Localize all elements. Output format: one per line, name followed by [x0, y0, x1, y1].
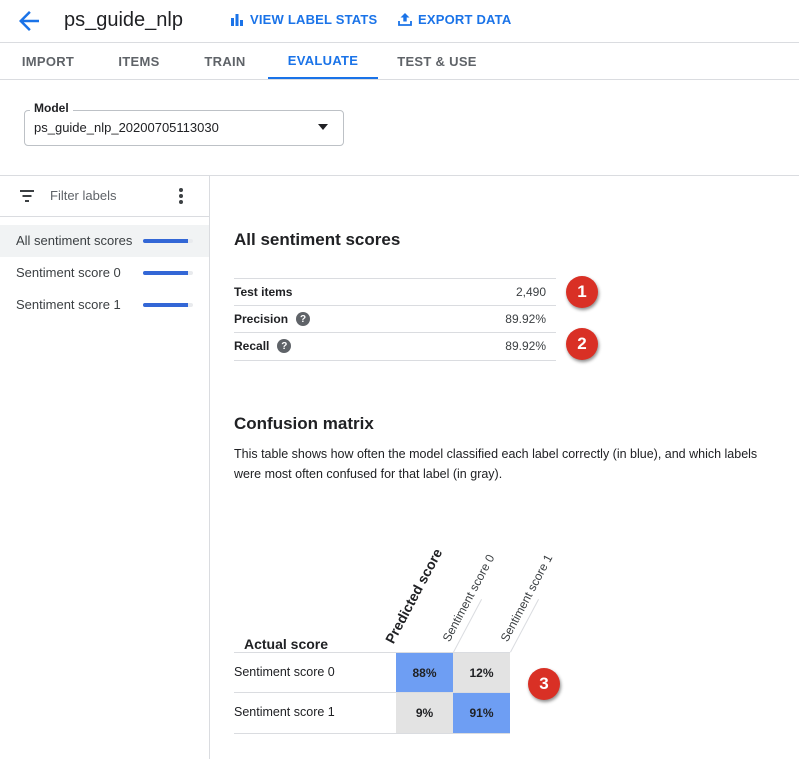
view-label-stats-label: VIEW LABEL STATS: [250, 11, 378, 27]
label-score-bar: [143, 239, 193, 243]
tab-train[interactable]: TRAIN: [182, 43, 268, 79]
matrix-row-label: Sentiment score 0: [234, 665, 335, 679]
back-arrow-icon[interactable]: [14, 6, 44, 36]
callout-badge-1: 1: [566, 276, 598, 308]
more-vert-icon[interactable]: [174, 186, 188, 206]
metric-value: 2,490: [515, 285, 546, 299]
app-header: ps_guide_nlp VIEW LABEL STATS EXPORT DAT…: [0, 0, 799, 43]
callout-badge-2: 2: [566, 328, 598, 360]
model-select-value: ps_guide_nlp_20200705113030: [34, 120, 219, 135]
label-item-text: Sentiment score 0: [16, 265, 121, 280]
predicted-score-header: Predicted score: [381, 545, 446, 646]
view-label-stats-button[interactable]: VIEW LABEL STATS: [230, 10, 377, 28]
divider: [209, 176, 210, 759]
matrix-row-label: Sentiment score 1: [234, 705, 335, 719]
confusion-matrix-description: This table shows how often the model cla…: [234, 447, 758, 481]
matrix-cell: 9%: [396, 693, 453, 733]
column-header: Sentiment score 1: [497, 552, 556, 644]
metric-value: 89.92%: [505, 312, 546, 326]
dropdown-arrow-icon[interactable]: [318, 124, 328, 130]
metric-name: Recall: [234, 339, 270, 353]
matrix-row: Sentiment score 0 88% 12%: [234, 652, 510, 693]
label-item-all-sentiment-scores[interactable]: All sentiment scores: [0, 225, 209, 257]
matrix-cell: 91%: [453, 693, 510, 733]
export-data-label: EXPORT DATA: [418, 11, 512, 27]
callout-badge-3: 3: [528, 668, 560, 700]
filter-labels-input[interactable]: Filter labels: [50, 188, 116, 203]
help-icon[interactable]: ?: [277, 339, 292, 353]
label-item-text: Sentiment score 1: [16, 297, 121, 312]
tab-bar: IMPORT ITEMS TRAIN EVALUATE TEST & USE: [0, 43, 799, 80]
metric-row-recall: Recall ? 89.92%: [234, 332, 556, 361]
export-data-button[interactable]: EXPORT DATA: [398, 10, 511, 28]
label-score-bar-fill: [143, 271, 188, 275]
label-item-sentiment-score-0[interactable]: Sentiment score 0: [0, 257, 209, 289]
help-icon[interactable]: ?: [296, 312, 311, 326]
bar-chart-icon: [231, 14, 243, 26]
metric-value: 89.92%: [505, 339, 546, 353]
actual-score-header: Actual score: [244, 636, 329, 652]
section-title: All sentiment scores: [234, 230, 401, 249]
label-item-sentiment-score-1[interactable]: Sentiment score 1: [0, 289, 209, 321]
matrix-cell: 88%: [396, 653, 453, 693]
metric-row-test-items: Test items 2,490: [234, 278, 556, 306]
upload-icon: [398, 13, 412, 26]
metric-name: Test items: [234, 285, 293, 299]
column-header: Sentiment score 0: [439, 552, 498, 644]
model-select-label: Model: [30, 101, 73, 115]
tab-items[interactable]: ITEMS: [96, 43, 182, 79]
tab-import[interactable]: IMPORT: [0, 43, 96, 79]
label-score-bar: [143, 271, 193, 275]
confusion-matrix-title: Confusion matrix: [234, 414, 374, 433]
label-score-bar-fill: [143, 239, 188, 243]
matrix-cell: 12%: [453, 653, 510, 693]
label-item-text: All sentiment scores: [16, 233, 133, 248]
label-score-bar-fill: [143, 303, 188, 307]
page-title: ps_guide_nlp: [64, 9, 183, 31]
metric-row-precision: Precision ? 89.92%: [234, 305, 556, 333]
tab-test-and-use[interactable]: TEST & USE: [378, 43, 496, 79]
label-score-bar: [143, 303, 193, 307]
filter-icon[interactable]: [20, 190, 34, 202]
matrix-row: Sentiment score 1 9% 91%: [234, 692, 510, 734]
metric-name: Precision: [234, 312, 289, 326]
tab-evaluate[interactable]: EVALUATE: [268, 43, 378, 79]
